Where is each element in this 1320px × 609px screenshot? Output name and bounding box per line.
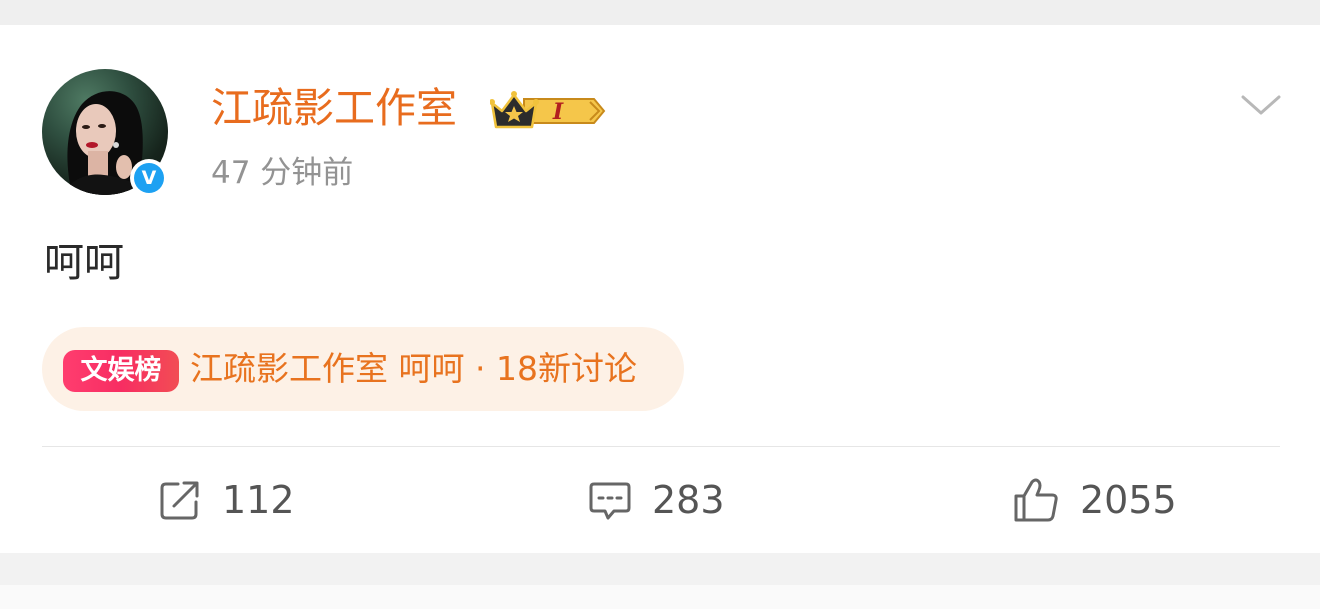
like-count: 2055: [1080, 478, 1177, 522]
author-name[interactable]: 江疏影工作室: [211, 83, 457, 133]
avatar[interactable]: V: [42, 69, 168, 197]
post-timestamp: 47 分钟前: [211, 155, 354, 191]
repost-button[interactable]: 112: [158, 473, 295, 527]
divider: [42, 446, 1280, 447]
more-options-button[interactable]: [1240, 85, 1282, 127]
comment-button[interactable]: 283: [588, 473, 725, 527]
share-square-icon: [160, 481, 199, 520]
feed-separator: [0, 553, 1320, 609]
comment-bubble-icon: [589, 482, 631, 520]
vip-crown-badge[interactable]: I: [489, 89, 606, 133]
chevron-down-icon: [1241, 95, 1281, 115]
post-content: 呵呵: [44, 240, 124, 286]
comment-count: 283: [652, 478, 725, 522]
weibo-post-card: V 江疏影工作室 I 47 分钟前 呵呵 文娱榜 江疏影工作室 呵呵 · 18新…: [0, 25, 1320, 553]
crown-icon: I: [489, 91, 606, 129]
topic-text: 江疏影工作室 呵呵 · 18新讨论: [190, 349, 637, 388]
svg-text:I: I: [552, 99, 564, 125]
trending-topic-link[interactable]: 文娱榜 江疏影工作室 呵呵 · 18新讨论: [42, 327, 684, 411]
topic-ranking-badge: 文娱榜: [63, 350, 179, 392]
thumbs-up-icon: [1014, 478, 1058, 522]
verified-v-icon: V: [134, 163, 164, 193]
verified-badge: V: [130, 159, 168, 197]
repost-count: 112: [222, 478, 295, 522]
like-button[interactable]: 2055: [1012, 473, 1177, 527]
next-card-edge: [0, 585, 1320, 609]
